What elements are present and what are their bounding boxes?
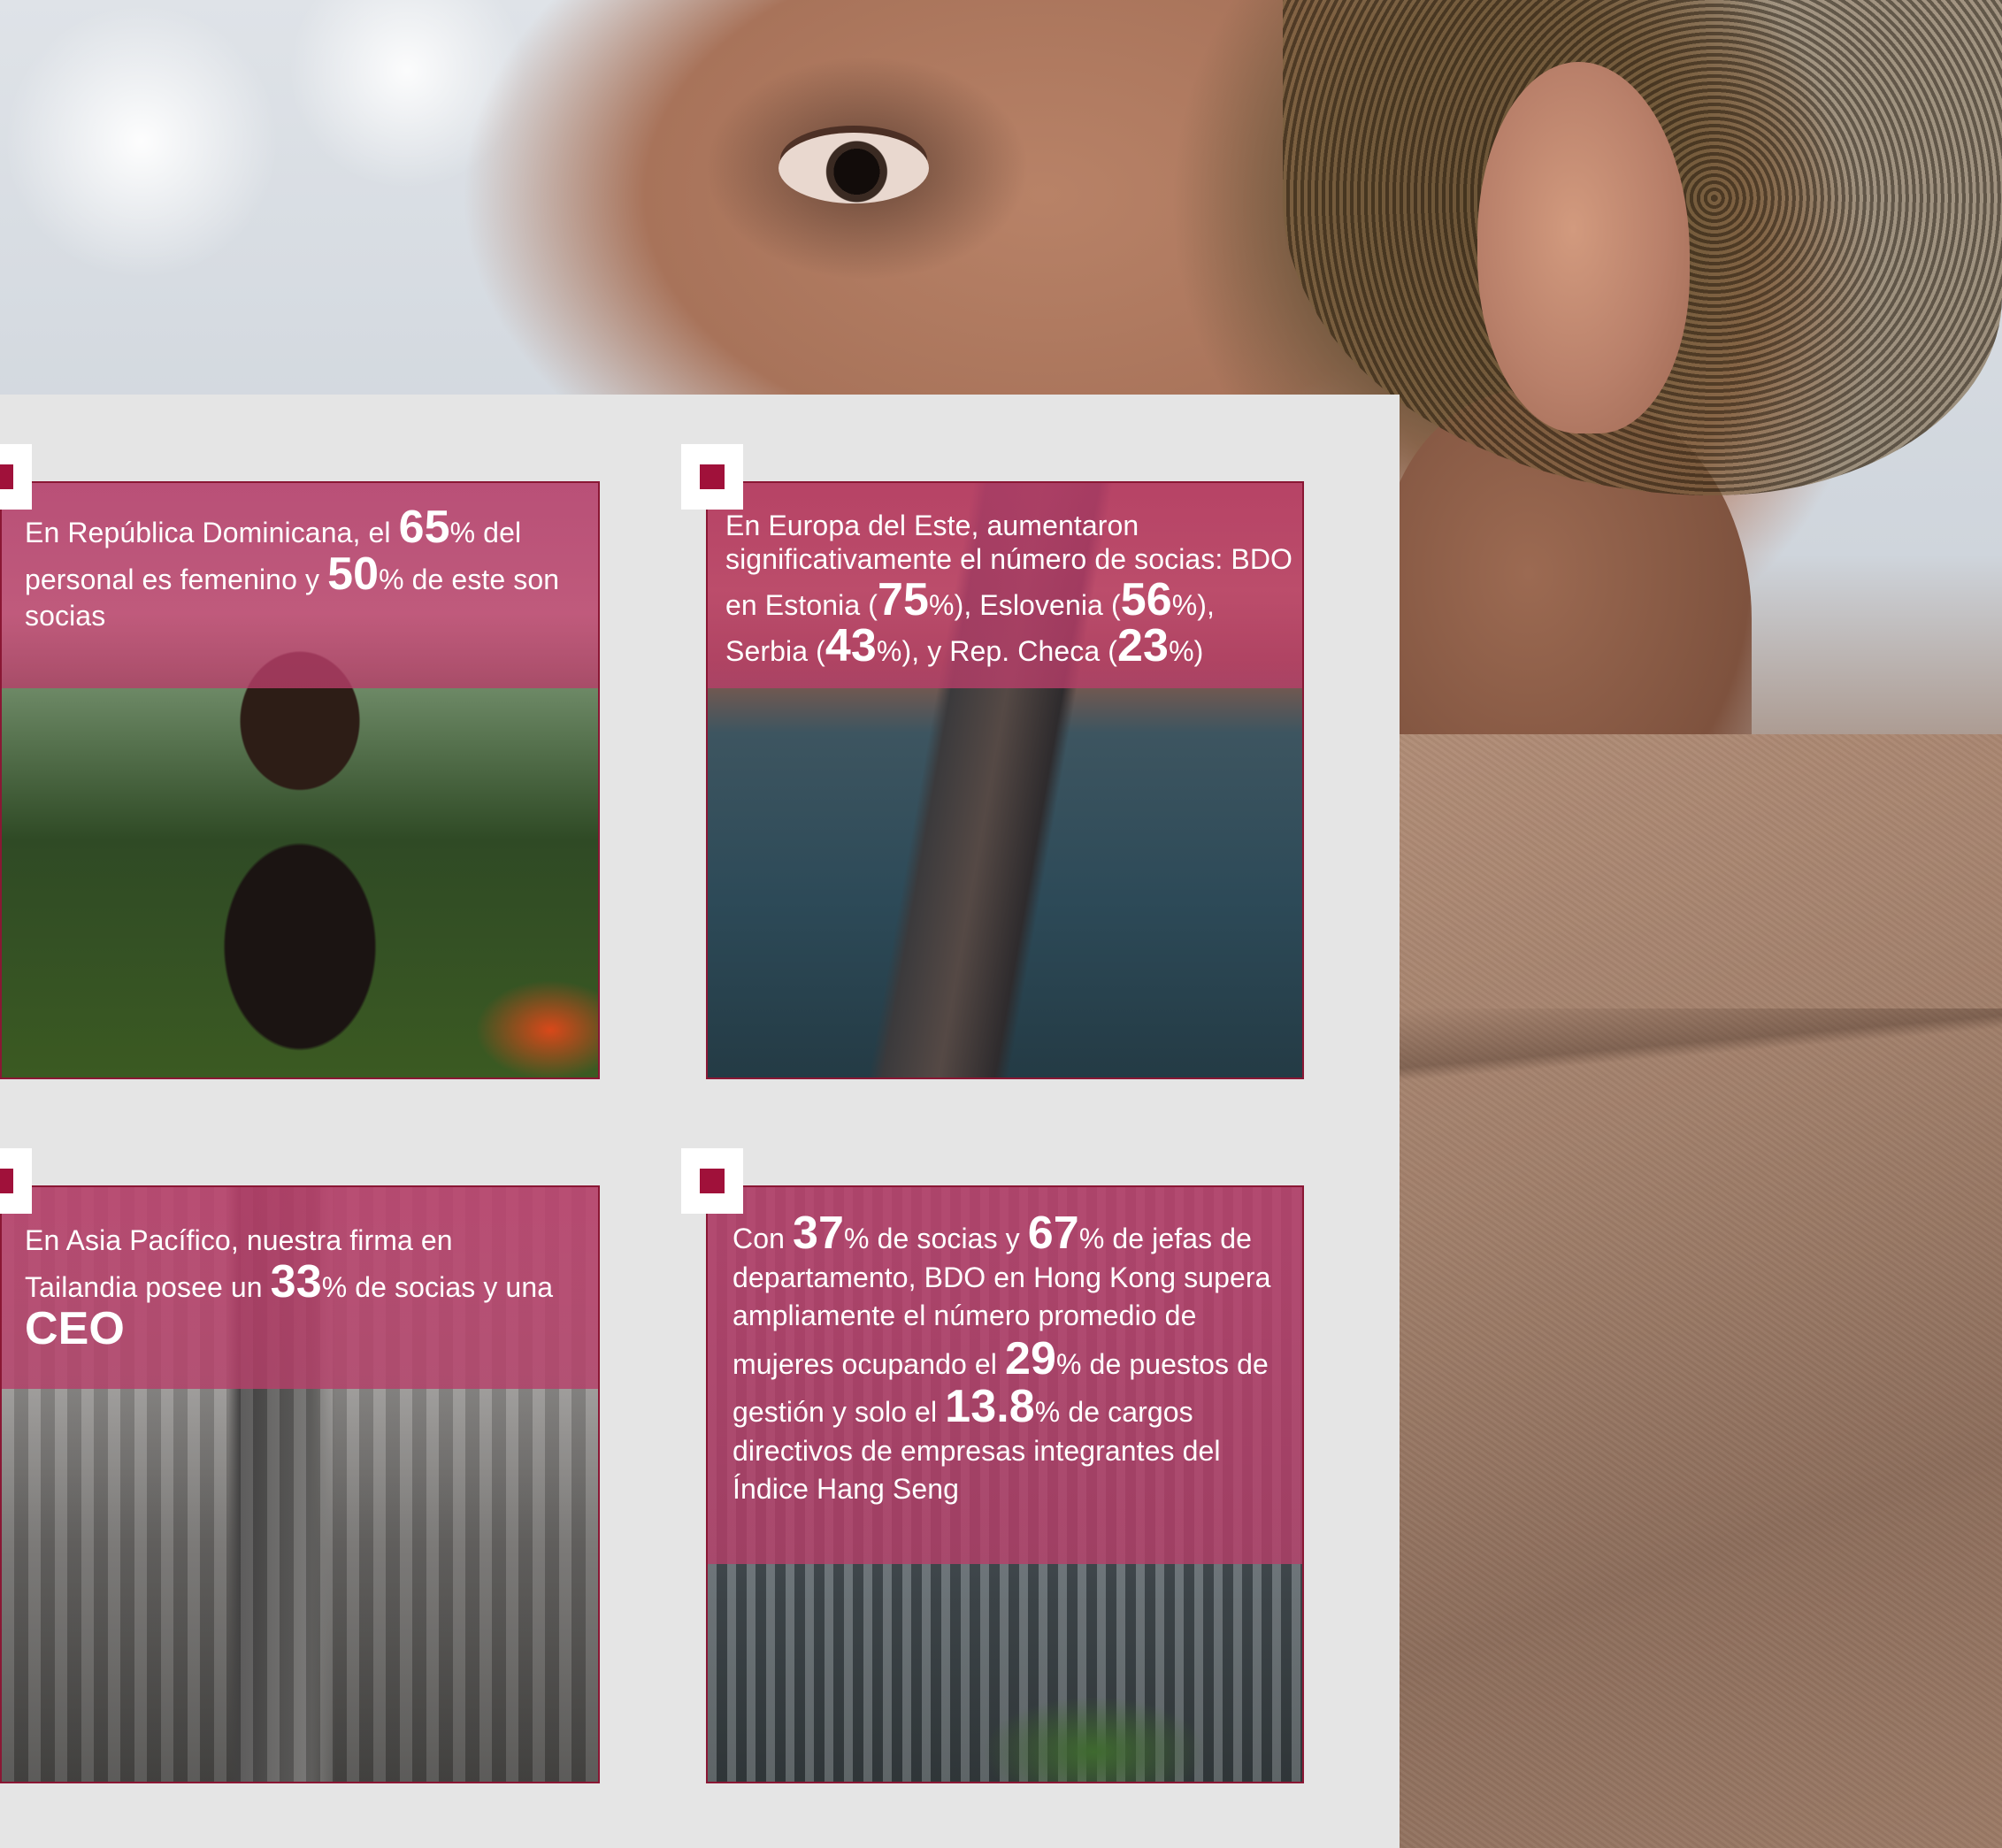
stat-number: 50 (327, 548, 380, 600)
stat-card-eastern-europe: En Europa del Este, aumentaron significa… (706, 481, 1304, 1079)
stat-number: 65 (398, 502, 450, 553)
stat-card-dominican-republic: En República Dominicana, el 65% del pers… (0, 481, 600, 1079)
square-marker-icon (681, 444, 743, 510)
background-coat (1398, 734, 2002, 1848)
stat-number: 43 (825, 619, 877, 671)
text-segment: % de socias y una (321, 1270, 554, 1303)
text-segment: Con (733, 1223, 793, 1254)
stat-card-asia-pacific: En Asia Pacífico, nuestra firma en Taila… (0, 1185, 600, 1783)
stat-number: 23 (1117, 619, 1170, 671)
stat-number: 67 (1027, 1208, 1079, 1259)
stat-number: 37 (793, 1208, 845, 1259)
text-segment: % de socias y (844, 1223, 1028, 1254)
square-marker-icon (681, 1148, 743, 1214)
card-text: En Asia Pacífico, nuestra firma en Taila… (25, 1223, 556, 1353)
text-segment: En República Dominicana, el (25, 517, 399, 548)
text-segment: %) (1169, 634, 1204, 667)
stat-number: 29 (1004, 1332, 1057, 1384)
stat-number: 33 (270, 1255, 322, 1307)
content-panel: En República Dominicana, el 65% del pers… (0, 395, 1400, 1848)
background-eye (779, 133, 929, 203)
stat-number: 56 (1120, 573, 1172, 625)
card-text: En República Dominicana, el 65% del pers… (25, 504, 573, 634)
background-coat-collar (1398, 1008, 2002, 1088)
square-marker-icon (0, 444, 32, 510)
card-text: Con 37% de socias y 67% de jefas de depa… (733, 1210, 1290, 1509)
stat-card-hong-kong: Con 37% de socias y 67% de jefas de depa… (706, 1185, 1304, 1783)
square-marker-icon (0, 1148, 32, 1214)
stat-number: CEO (25, 1302, 125, 1354)
card-text: En Europa del Este, aumentaron significa… (725, 510, 1300, 669)
stat-number: 75 (877, 573, 930, 625)
text-segment: %), Eslovenia ( (929, 588, 1121, 621)
stat-number: 13.8 (945, 1381, 1035, 1433)
text-segment: %), y Rep. Checa ( (876, 634, 1118, 667)
